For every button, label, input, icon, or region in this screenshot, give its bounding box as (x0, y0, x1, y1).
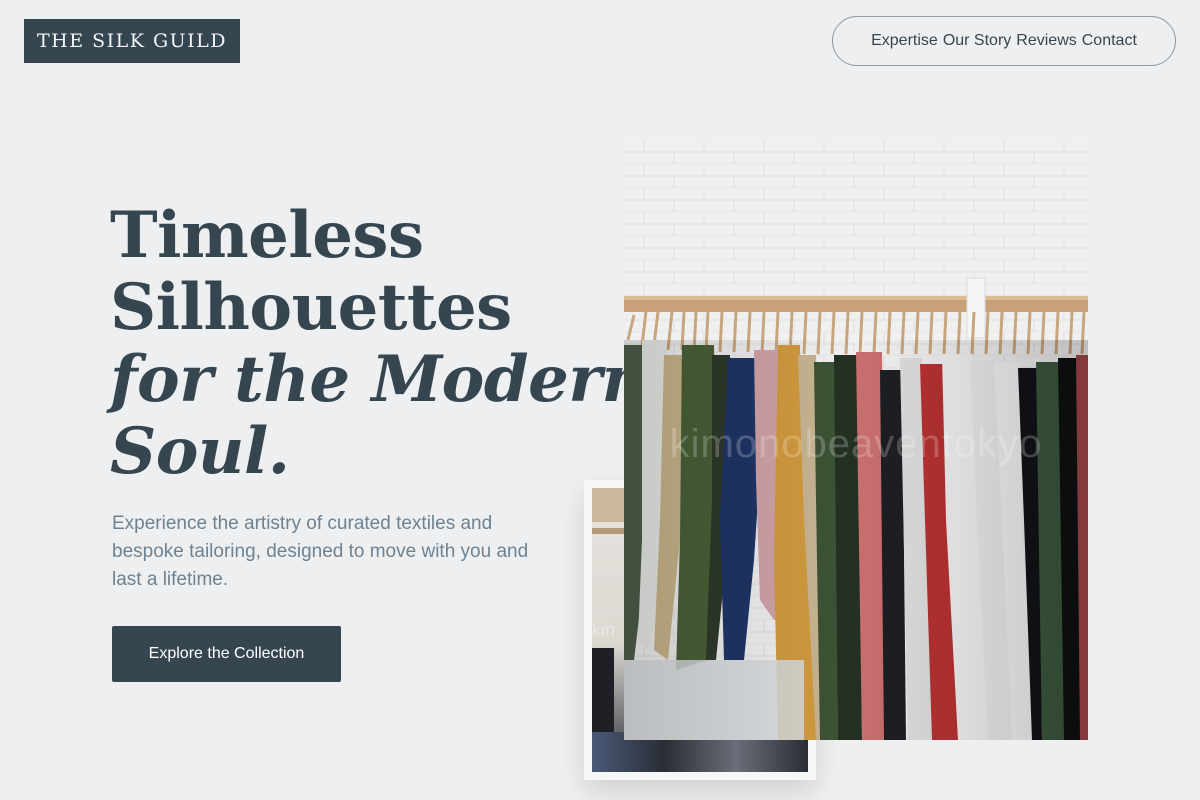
hero-title-line-2: Silhouettes (110, 270, 512, 345)
nav-item-contact[interactable]: Contact (1082, 32, 1137, 50)
hero-title: Timeless Silhouettes for the Modern Soul… (110, 200, 648, 488)
brand-logo[interactable]: THE SILK GUILD (24, 19, 240, 63)
hero-title-line-4: Soul. (110, 414, 290, 489)
main-nav: Expertise Our Story Reviews Contact (832, 16, 1176, 66)
hero-title-line-1: Timeless (110, 198, 424, 273)
nav-item-reviews[interactable]: Reviews (1016, 32, 1076, 50)
nav-item-expertise[interactable]: Expertise (871, 32, 938, 50)
explore-collection-button[interactable]: Explore the Collection (112, 626, 341, 682)
clothing-rack-image (624, 140, 1088, 740)
nav-item-our-story[interactable]: Our Story (943, 32, 1011, 50)
hero-description: Experience the artistry of curated texti… (112, 513, 529, 590)
hero-title-line-3: for the Modern (110, 342, 648, 417)
clothing-rack-photo: kimonobeaventokyo (624, 140, 1088, 740)
boutique-watermark: kin (592, 620, 616, 640)
